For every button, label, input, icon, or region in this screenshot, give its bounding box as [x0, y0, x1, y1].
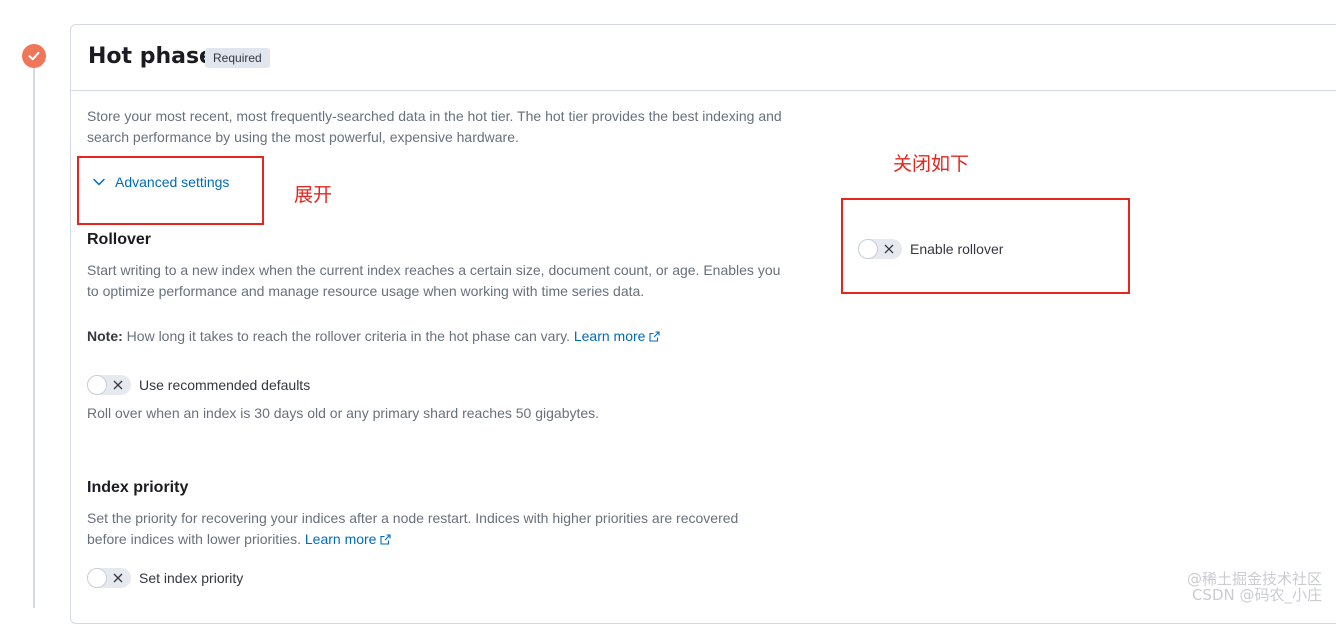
- learn-more-label: Learn more: [304, 531, 377, 547]
- watermark-line: CSDN @码农_小庄: [1191, 586, 1322, 604]
- use-defaults-label: Use recommended defaults: [139, 377, 311, 393]
- phase-description-line: search performance by using the most pow…: [87, 129, 519, 145]
- timeline-line: [33, 68, 35, 608]
- index-priority-description-text: before indices with lower priorities.: [87, 531, 301, 547]
- note-label: Note:: [87, 328, 123, 344]
- switch-track: [87, 568, 131, 588]
- external-link-icon: [380, 534, 392, 545]
- phase-description-line: Store your most recent, most frequently-…: [87, 108, 782, 124]
- step-complete-badge: [22, 44, 46, 68]
- defaults-help-text: Roll over when an index is 30 days old o…: [87, 405, 600, 421]
- switch-knob: [87, 375, 107, 395]
- switch-knob: [87, 568, 107, 588]
- annotation-box-advanced-settings: [77, 156, 264, 225]
- index-priority-description-line: before indices with lower priorities. Le…: [87, 529, 738, 550]
- check-icon: [28, 51, 40, 61]
- phase-description: Store your most recent, most frequently-…: [87, 106, 782, 148]
- annotation-close-label: 关闭如下: [893, 153, 970, 175]
- required-badge: Required: [205, 48, 270, 68]
- set-index-priority-switch[interactable]: Set index priority: [87, 568, 243, 588]
- cross-icon: [113, 573, 123, 583]
- external-link-icon: [649, 331, 661, 342]
- rollover-note: Note: How long it takes to reach the rol…: [87, 326, 661, 347]
- switch-track: [87, 375, 131, 395]
- learn-more-label: Learn more: [573, 328, 646, 344]
- use-defaults-switch[interactable]: Use recommended defaults: [87, 375, 310, 395]
- index-priority-description: Set the priority for recovering your ind…: [87, 508, 738, 550]
- index-priority-description-line: Set the priority for recovering your ind…: [87, 510, 739, 526]
- rollover-description-line: to optimize performance and manage resou…: [87, 283, 645, 299]
- set-index-priority-label: Set index priority: [139, 570, 244, 586]
- annotation-expand-label: 展开: [294, 184, 333, 206]
- phase-title: Hot phase: [88, 44, 214, 69]
- cross-icon: [113, 380, 123, 390]
- note-text: How long it takes to reach the rollover …: [126, 328, 570, 344]
- rollover-learn-more-link[interactable]: Learn more: [574, 328, 661, 344]
- annotation-box-enable-rollover: [841, 198, 1130, 294]
- rollover-heading: Rollover: [87, 231, 152, 248]
- panel-header: Hot phase Required: [71, 25, 1336, 91]
- rollover-description-line: Start writing to a new index when the cu…: [87, 262, 781, 278]
- index-priority-heading: Index priority: [87, 479, 189, 496]
- rollover-description: Start writing to a new index when the cu…: [87, 260, 780, 302]
- index-priority-learn-more-link[interactable]: Learn more: [305, 531, 392, 547]
